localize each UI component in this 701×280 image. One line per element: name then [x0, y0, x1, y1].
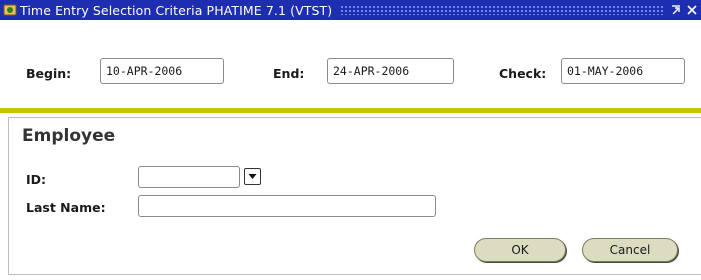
check-date-field[interactable]: 01-MAY-2006 [561, 58, 685, 84]
employee-section-title: Employee [22, 126, 116, 146]
end-label: End: [273, 66, 305, 81]
employee-id-field[interactable] [138, 166, 240, 188]
id-label: ID: [26, 172, 47, 187]
ok-button[interactable]: OK [474, 238, 566, 262]
last-name-label: Last Name: [26, 200, 106, 215]
end-date-field[interactable]: 24-APR-2006 [327, 58, 454, 84]
close-icon[interactable] [685, 3, 699, 17]
app-icon[interactable] [2, 3, 17, 18]
maximize-icon[interactable] [669, 3, 683, 17]
section-divider [0, 108, 701, 113]
begin-label: Begin: [26, 66, 72, 81]
last-name-field[interactable] [138, 195, 436, 217]
begin-date-field[interactable]: 10-APR-2006 [100, 58, 224, 84]
cancel-button[interactable]: Cancel [582, 238, 678, 262]
window-title: Time Entry Selection Criteria PHATIME 7.… [20, 2, 333, 18]
id-lookup-button[interactable] [244, 168, 261, 185]
check-label: Check: [499, 66, 547, 81]
title-bar-pattern [340, 5, 663, 15]
title-bar[interactable]: Time Entry Selection Criteria PHATIME 7.… [0, 0, 701, 20]
chevron-down-icon [248, 174, 257, 179]
time-entry-selection-window: Time Entry Selection Criteria PHATIME 7.… [0, 0, 701, 280]
